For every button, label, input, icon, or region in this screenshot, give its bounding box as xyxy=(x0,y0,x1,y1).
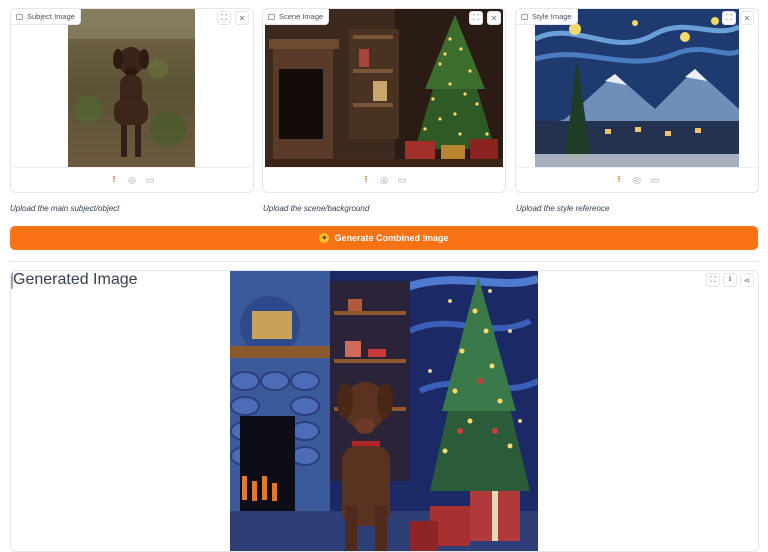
scene-image-preview xyxy=(265,9,503,167)
upload-icon[interactable]: ⭱ xyxy=(614,174,624,185)
generated-image-tools: ⛶ ⭳ ⋖ xyxy=(706,273,754,287)
upload-icon[interactable]: ⭱ xyxy=(361,174,371,185)
subject-image-caption: Upload the main subject/object xyxy=(10,204,120,213)
fullscreen-icon[interactable]: ⛶ xyxy=(706,273,720,287)
download-icon[interactable]: ⭳ xyxy=(723,273,737,287)
fullscreen-icon[interactable]: ⛶ xyxy=(469,11,483,25)
style-image-actions: ⭱ ◎ ▭ xyxy=(516,167,758,192)
style-image-caption: Upload the style reference xyxy=(516,204,610,213)
style-image-label: Style Image xyxy=(532,12,572,21)
generated-image-preview xyxy=(230,271,538,551)
subject-image-label: Subject Image xyxy=(27,12,75,21)
fullscreen-icon[interactable]: ⛶ xyxy=(722,11,736,25)
close-icon[interactable]: ✕ xyxy=(235,11,249,25)
share-icon[interactable]: ⋖ xyxy=(740,273,754,287)
webcam-icon[interactable]: ◎ xyxy=(632,175,642,185)
scene-image-panel[interactable]: Scene Image ⛶ ✕ ⭱ ◎ ▭ xyxy=(262,8,506,193)
image-icon xyxy=(521,13,528,20)
subject-image-actions: ⭱ ◎ ▭ xyxy=(11,167,253,192)
clipboard-icon[interactable]: ▭ xyxy=(650,175,660,185)
close-icon[interactable]: ✕ xyxy=(487,11,501,25)
scene-image-actions: ⭱ ◎ ▭ xyxy=(263,167,505,192)
scene-image-caption: Upload the scene/background xyxy=(263,204,370,213)
generate-button-label: Generate Combined Image xyxy=(334,233,449,243)
clipboard-icon[interactable]: ▭ xyxy=(145,175,155,185)
section-divider xyxy=(10,261,758,262)
close-icon[interactable]: ✕ xyxy=(740,11,754,25)
style-image-preview xyxy=(535,9,739,167)
generated-image-panel: Generated Image ⛶ ⭳ ⋖ xyxy=(10,270,759,552)
style-image-panel[interactable]: Style Image ⛶ ✕ ⭱ ◎ ▭ xyxy=(515,8,759,193)
webcam-icon[interactable]: ◎ xyxy=(127,175,137,185)
webcam-icon[interactable]: ◎ xyxy=(379,175,389,185)
scene-image-tools: ⛶ ✕ xyxy=(469,11,501,25)
subject-image-preview xyxy=(68,9,195,167)
fullscreen-icon[interactable]: ⛶ xyxy=(217,11,231,25)
image-icon xyxy=(16,13,23,20)
style-image-tools: ⛶ ✕ xyxy=(722,11,754,25)
subject-image-panel[interactable]: Subject Image ⛶ ✕ ⭱ ◎ ▭ xyxy=(10,8,254,193)
clipboard-icon[interactable]: ▭ xyxy=(397,175,407,185)
upload-icon[interactable]: ⭱ xyxy=(109,174,119,185)
subject-image-tools: ⛶ ✕ xyxy=(217,11,249,25)
image-icon xyxy=(268,13,275,20)
generate-combined-image-button[interactable]: ✦ Generate Combined Image xyxy=(10,226,758,250)
subject-image-label-tag: Subject Image xyxy=(11,9,81,25)
sparkle-icon: ✦ xyxy=(319,233,330,243)
scene-image-label: Scene Image xyxy=(279,12,324,21)
generated-image-label: Generated Image xyxy=(13,271,138,288)
scene-image-label-tag: Scene Image xyxy=(263,9,330,25)
style-image-label-tag: Style Image xyxy=(516,9,578,25)
